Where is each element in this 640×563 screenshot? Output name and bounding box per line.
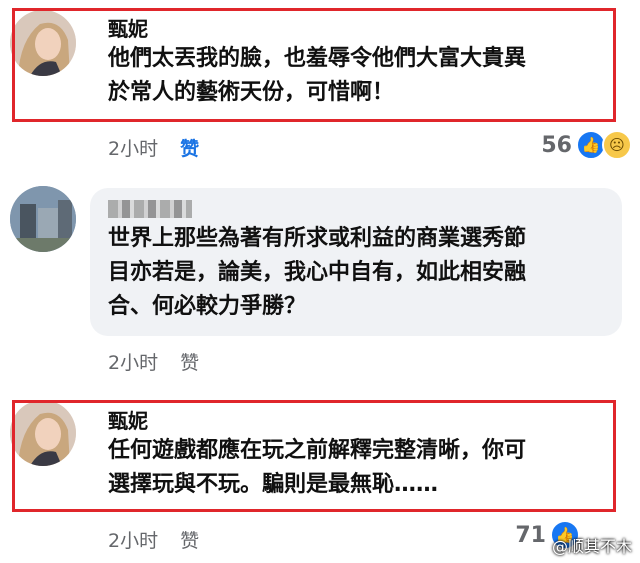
watermark: @顺其不木 — [551, 537, 632, 556]
avatar[interactable] — [10, 10, 76, 76]
blurred-name — [108, 200, 192, 218]
comment-text: 世界上那些為著有所求或利益的商業選秀節 目亦若是，論美，我心中自有，如此相安融 … — [108, 226, 527, 319]
reactions[interactable]: 56 👍 ☹ — [541, 130, 632, 160]
comment-bubble: 甄妮 任何遊戲都應在玩之前解釋完整清晰，你可 選擇玩與不玩。騙則是最無恥…… — [90, 400, 622, 510]
sad-reaction-icon: ☹ — [602, 130, 632, 160]
comment-time[interactable]: 2小时 — [108, 526, 158, 553]
comment-text: 任何遊戲都應在玩之前解釋完整清晰，你可 選擇玩與不玩。騙則是最無恥…… — [108, 438, 527, 497]
like-button[interactable]: 赞 — [180, 348, 199, 375]
reaction-count: 56 — [541, 132, 572, 158]
comment-time[interactable]: 2小时 — [108, 134, 158, 161]
avatar[interactable] — [10, 400, 76, 466]
comment-bubble: 甄妮 他們太丟我的臉，也羞辱令他們大富大貴異 於常人的藝術天份，可惜啊！ — [90, 8, 622, 122]
comment-author[interactable] — [108, 196, 604, 222]
comment-author[interactable]: 甄妮 — [108, 16, 604, 42]
reaction-count: 71 — [515, 522, 546, 548]
comment-meta: 2小时 赞 — [108, 134, 199, 161]
comment-meta: 2小时 赞 — [108, 348, 199, 375]
avatar[interactable] — [10, 186, 76, 252]
comment-meta: 2小时 赞 — [108, 526, 199, 553]
comment-text: 他們太丟我的臉，也羞辱令他們大富大貴異 於常人的藝術天份，可惜啊！ — [108, 46, 527, 105]
like-button[interactable]: 赞 — [180, 526, 199, 553]
comment-bubble: 世界上那些為著有所求或利益的商業選秀節 目亦若是，論美，我心中自有，如此相安融 … — [90, 188, 622, 336]
comment-time[interactable]: 2小时 — [108, 348, 158, 375]
like-button[interactable]: 赞 — [180, 134, 199, 161]
comment-author[interactable]: 甄妮 — [108, 408, 604, 434]
